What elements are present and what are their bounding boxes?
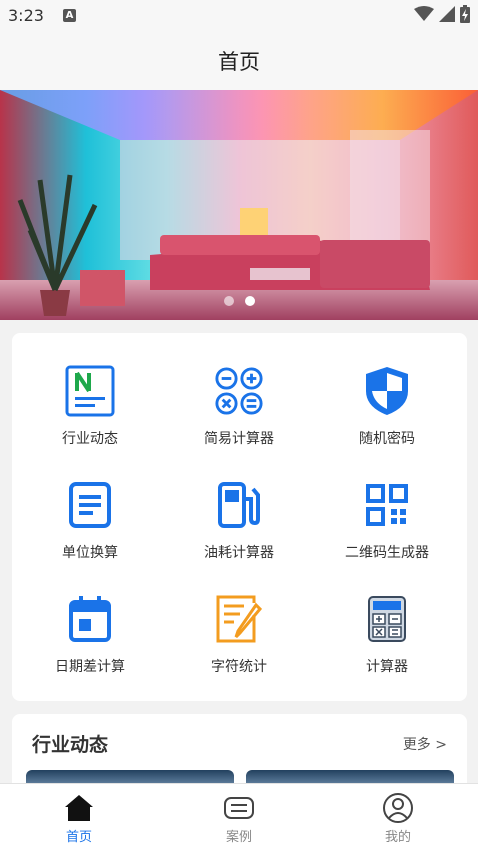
- fuel-pump-icon: [214, 479, 264, 531]
- tool-label: 日期差计算: [55, 659, 125, 675]
- tool-label: 单位换算: [62, 545, 118, 561]
- tool-label: 油耗计算器: [204, 545, 274, 561]
- edit-document-icon: [214, 593, 264, 645]
- user-icon: [383, 793, 413, 823]
- status-time: 3:23: [8, 6, 44, 25]
- tool-label: 计算器: [366, 659, 408, 675]
- tool-date-difference[interactable]: 日期差计算: [15, 567, 165, 677]
- tool-unit-conversion[interactable]: 单位换算: [15, 453, 165, 563]
- news-icon: [65, 365, 115, 417]
- carousel-dot-active[interactable]: [244, 296, 255, 306]
- banner-image: [0, 90, 478, 320]
- bottom-nav: 首页 案例 我的: [0, 783, 478, 851]
- status-bar: 3:23 A: [0, 0, 478, 32]
- tool-label: 字符统计: [211, 659, 267, 675]
- calendar-icon: [65, 593, 115, 645]
- title-bar: 首页: [0, 32, 478, 90]
- nav-label: 案例: [225, 830, 252, 845]
- tool-label: 行业动态: [62, 431, 118, 447]
- shield-icon: [362, 365, 412, 417]
- nav-label: 首页: [65, 830, 92, 845]
- calculator-operators-icon: [214, 365, 264, 417]
- tools-card: 行业动态 简易计算器 随机密码 单位换算 油耗计算器 二维码生成器 日期差计算 …: [12, 333, 467, 701]
- status-icons: [414, 5, 470, 23]
- signal-icon: [439, 6, 455, 22]
- tool-random-password[interactable]: 随机密码: [312, 339, 462, 449]
- tool-simple-calculator[interactable]: 简易计算器: [164, 339, 314, 449]
- nav-mine[interactable]: 我的: [338, 784, 458, 851]
- nav-label: 我的: [384, 830, 411, 845]
- message-icon: [224, 797, 254, 819]
- notification-icon: A: [63, 9, 76, 22]
- tool-qr-generator[interactable]: 二维码生成器: [312, 453, 462, 563]
- carousel-indicator: [0, 296, 478, 306]
- qr-code-icon: [362, 479, 412, 531]
- calculator-icon: [362, 593, 412, 645]
- tool-industry-news[interactable]: 行业动态: [15, 339, 165, 449]
- page-title: 首页: [218, 50, 260, 74]
- tool-label: 随机密码: [359, 431, 415, 447]
- tool-label: 二维码生成器: [345, 545, 429, 561]
- banner-carousel[interactable]: [0, 90, 478, 320]
- nav-cases[interactable]: 案例: [179, 784, 299, 851]
- tool-label: 简易计算器: [204, 431, 274, 447]
- nav-home[interactable]: 首页: [19, 784, 139, 851]
- tool-character-count[interactable]: 字符统计: [164, 567, 314, 677]
- carousel-dot[interactable]: [223, 296, 234, 306]
- news-more-link[interactable]: 更多 >: [403, 734, 447, 754]
- battery-icon: [460, 5, 470, 23]
- home-icon: [65, 795, 93, 821]
- tool-fuel-calculator[interactable]: 油耗计算器: [164, 453, 314, 563]
- document-icon: [65, 479, 115, 531]
- news-section: 行业动态 更多 >: [12, 714, 467, 794]
- wifi-icon: [414, 6, 434, 21]
- news-section-title: 行业动态: [32, 734, 109, 756]
- tool-calculator[interactable]: 计算器: [312, 567, 462, 677]
